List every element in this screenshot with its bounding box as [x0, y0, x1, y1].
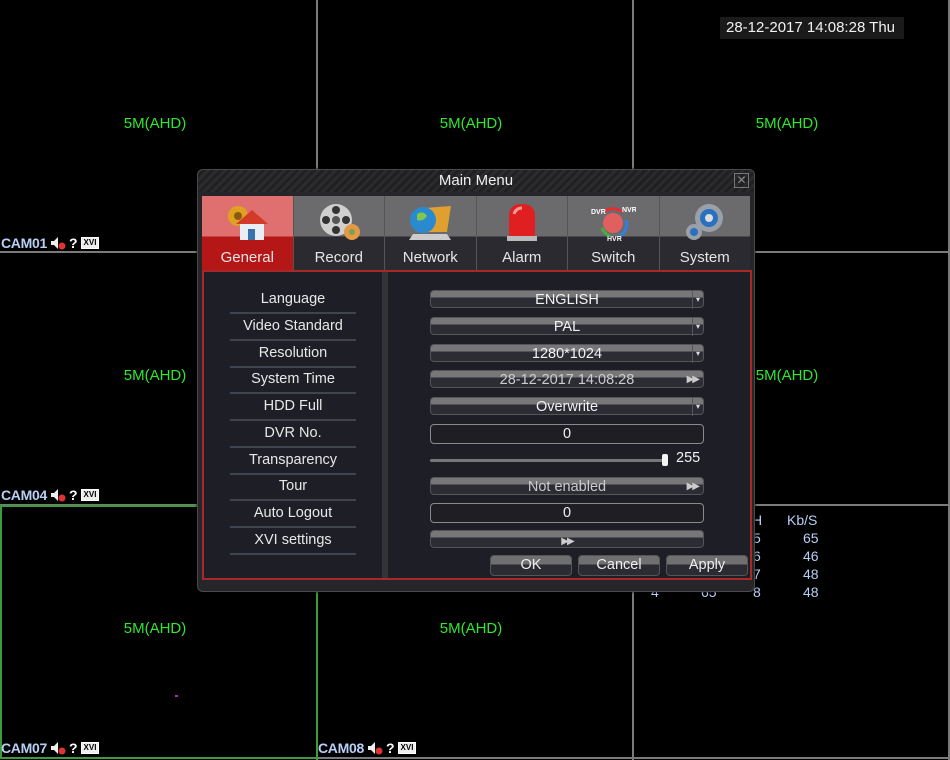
dvr-no-input[interactable]: 0 — [430, 424, 704, 444]
xvi-badge: XVI — [80, 237, 100, 249]
tour-value: Not enabled — [527, 479, 607, 495]
fast-forward-icon: ▶▶ — [686, 481, 700, 492]
system-time-value: 28-12-2017 14:08:28 — [499, 372, 635, 388]
main-menu-dialog: Main Menu ✕ General Record Network Alarm… — [197, 169, 755, 592]
unknown-status-icon: ? — [68, 487, 78, 503]
house-gear-icon — [228, 206, 269, 240]
bitrate-header-kbs: Kb/S — [787, 512, 818, 528]
xvi-badge: XVI — [80, 489, 100, 501]
dvr-no-value: 0 — [562, 426, 572, 442]
language-label: Language — [230, 288, 356, 314]
general-settings-panel: Language Video Standard Resolution Syste… — [202, 270, 752, 580]
tab-network[interactable]: Network — [385, 196, 477, 270]
audio-muted-icon — [50, 237, 66, 250]
tour-label: Tour — [230, 475, 356, 501]
globe-laptop-icon — [409, 206, 452, 240]
tab-label: Switch — [591, 249, 636, 266]
camera-label: CAM01 ? XVI — [1, 235, 100, 251]
audio-muted-icon — [50, 742, 66, 755]
siren-icon — [506, 204, 537, 241]
menu-title: Main Menu — [438, 172, 514, 189]
transparency-slider[interactable] — [430, 459, 665, 462]
close-icon: ✕ — [736, 173, 747, 187]
xvi-settings-button[interactable]: ▶▶ — [430, 530, 704, 548]
audio-muted-icon — [50, 489, 66, 502]
dvr-nvr-hvr-switch-icon: DVR NVR HVR — [591, 207, 636, 242]
bitrate-value: 46 — [803, 548, 819, 564]
tab-label: Alarm — [502, 249, 542, 266]
svg-text:HVR: HVR — [607, 236, 622, 242]
chevron-down-icon: ▾ — [691, 291, 700, 309]
camera-label: CAM04 ? XVI — [1, 487, 100, 503]
tour-button[interactable]: Not enabled ▶▶ — [430, 477, 704, 495]
audio-muted-icon — [367, 742, 383, 755]
video-standard-label: Video Standard — [230, 315, 356, 341]
auto-logout-label: Auto Logout — [230, 502, 356, 528]
tab-label: Record — [314, 249, 363, 266]
dvr-no-label: DVR No. — [230, 422, 356, 448]
video-standard-value: PAL — [553, 319, 581, 335]
cancel-button[interactable]: Cancel — [578, 555, 660, 576]
camera-name: CAM07 — [1, 740, 47, 756]
menu-title-bar[interactable]: Main Menu ✕ — [198, 170, 754, 192]
resolution-label: 5M(AHD) — [439, 620, 503, 637]
tab-record[interactable]: Record — [293, 196, 385, 270]
apply-button[interactable]: Apply — [666, 555, 748, 576]
camera-label: CAM07 ? XVI — [1, 740, 100, 756]
camera-name: CAM04 — [1, 487, 47, 503]
ok-button[interactable]: OK — [490, 555, 572, 576]
bitrate-value: 48 — [803, 566, 819, 582]
xvi-settings-label: XVI settings — [230, 529, 356, 555]
svg-text:NVR: NVR — [622, 207, 636, 214]
xvi-badge: XVI — [80, 742, 100, 754]
bitrate-value: 65 — [803, 530, 819, 546]
close-button[interactable]: ✕ — [734, 173, 749, 188]
camera-name: CAM08 — [318, 740, 364, 756]
camera-name: CAM01 — [1, 235, 47, 251]
auto-logout-value: 0 — [562, 505, 572, 521]
tab-label: System — [679, 249, 730, 266]
camera-label: CAM08 ? XVI — [318, 740, 417, 756]
unknown-status-icon: ? — [68, 740, 78, 756]
video-standard-select[interactable]: PAL ▾ — [430, 317, 704, 336]
chevron-down-icon: ▾ — [691, 345, 700, 363]
hdd-full-label: HDD Full — [230, 395, 356, 421]
fast-forward-icon: ▶▶ — [561, 536, 574, 547]
menu-tabs: General Record Network Alarm DVR NVR HVR… — [202, 196, 750, 270]
chevron-down-icon: ▾ — [691, 318, 700, 336]
transparency-slider-handle[interactable] — [662, 454, 668, 466]
unknown-status-icon: ? — [385, 740, 395, 756]
resolution-value: 1280*1024 — [531, 346, 603, 362]
resolution-label: 5M(AHD) — [755, 115, 819, 132]
tab-alarm[interactable]: Alarm — [476, 196, 568, 270]
resolution-label: 5M(AHD) — [439, 115, 503, 132]
resolution-select[interactable]: 1280*1024 ▾ — [430, 344, 704, 363]
bitrate-value: 48 — [803, 584, 819, 600]
tab-label: General — [220, 249, 274, 266]
resolution-label: 5M(AHD) — [123, 115, 187, 132]
tab-label: Network — [402, 249, 458, 266]
tab-system[interactable]: System — [659, 196, 750, 270]
fast-forward-icon: ▶▶ — [686, 374, 700, 385]
tab-general[interactable]: General — [202, 196, 294, 270]
transparency-label: Transparency — [230, 449, 356, 475]
system-time-label: System Time — [230, 368, 356, 394]
language-value: ENGLISH — [535, 292, 599, 308]
xvi-badge: XVI — [397, 742, 417, 754]
system-time-button[interactable]: 28-12-2017 14:08:28 ▶▶ — [430, 370, 704, 388]
chevron-down-icon: ▾ — [691, 398, 700, 416]
auto-logout-input[interactable]: 0 — [430, 503, 704, 523]
resolution-label: Resolution — [230, 342, 356, 368]
gears-icon — [685, 204, 723, 240]
tab-switch[interactable]: DVR NVR HVR Switch — [568, 196, 660, 270]
unknown-status-icon: ? — [68, 235, 78, 251]
transparency-value: 255 — [676, 450, 701, 466]
hdd-full-value: Overwrite — [535, 399, 599, 415]
hdd-full-select[interactable]: Overwrite ▾ — [430, 397, 704, 416]
resolution-label: 5M(AHD) — [123, 620, 187, 637]
svg-text:DVR: DVR — [591, 209, 606, 216]
language-select[interactable]: ENGLISH ▾ — [430, 290, 704, 309]
film-reel-icon — [319, 204, 360, 240]
